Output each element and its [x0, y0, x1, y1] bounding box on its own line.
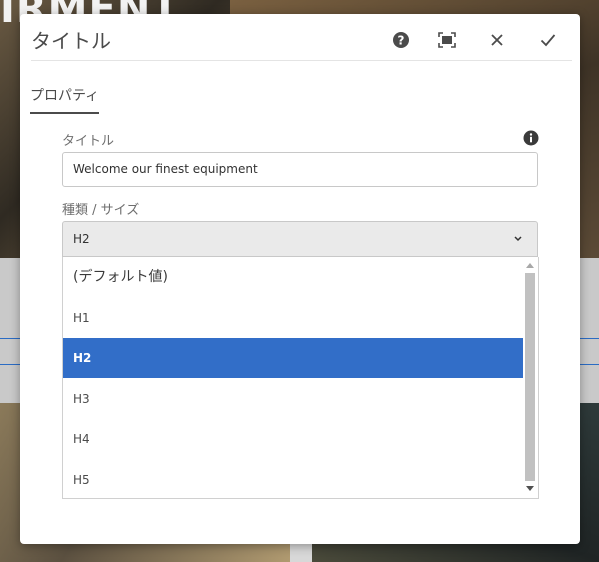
type-size-select[interactable]: H2: [62, 221, 538, 257]
fullscreen-button[interactable]: [435, 28, 459, 52]
selected-value: H2: [73, 232, 90, 246]
close-button[interactable]: [485, 28, 509, 52]
svg-text:?: ?: [398, 34, 405, 48]
help-button[interactable]: ?: [389, 28, 413, 52]
help-icon: ?: [393, 32, 409, 48]
title-properties-dialog: タイトル ? プロパティ タイトル Welcome our finest equ…: [20, 14, 580, 544]
option-h2[interactable]: H2: [63, 338, 523, 378]
scroll-up-icon[interactable]: [524, 259, 536, 271]
type-size-options: (デフォルト値) H1 H2 H3 H4 H5: [62, 257, 539, 499]
options-scrollbar[interactable]: [524, 259, 536, 495]
type-size-label: 種類 / サイズ: [62, 203, 140, 218]
close-icon: [491, 34, 503, 46]
info-button[interactable]: [523, 130, 539, 146]
done-button[interactable]: [536, 28, 560, 52]
title-field-label: タイトル: [62, 134, 115, 149]
dialog-title: タイトル: [31, 29, 111, 53]
option-default[interactable]: (デフォルト値): [63, 257, 523, 297]
option-h4[interactable]: H4: [63, 419, 523, 459]
option-h1[interactable]: H1: [63, 298, 523, 338]
header-divider: [31, 60, 572, 61]
option-h5[interactable]: H5: [63, 460, 523, 498]
scrollbar-thumb[interactable]: [525, 273, 535, 481]
scroll-down-icon[interactable]: [524, 483, 536, 495]
fullscreen-icon: [438, 32, 456, 48]
option-h3[interactable]: H3: [63, 379, 523, 419]
title-input[interactable]: Welcome our finest equipment: [62, 152, 538, 187]
checkmark-icon: [540, 34, 556, 47]
info-icon: [523, 130, 539, 146]
tab-properties[interactable]: プロパティ: [30, 85, 100, 114]
